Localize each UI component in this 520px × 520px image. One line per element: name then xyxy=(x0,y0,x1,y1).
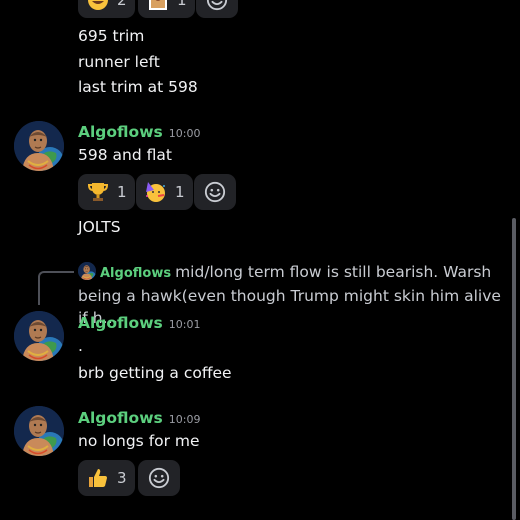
party-face-icon xyxy=(146,182,165,202)
add-reaction-button[interactable] xyxy=(194,174,236,210)
reaction-thumbs-up[interactable]: 3 xyxy=(78,460,135,496)
message-line: 695 trim xyxy=(78,27,145,45)
reaction-count: 1 xyxy=(177,0,187,9)
timestamp: 10:01 xyxy=(168,318,201,331)
message-author[interactable]: Algoflows 10:01 xyxy=(78,313,200,335)
thumbs-up-icon xyxy=(89,469,107,487)
reply-connector xyxy=(38,271,74,305)
message-line: last trim at 598 xyxy=(78,78,198,96)
author-name[interactable]: Algoflows xyxy=(78,409,163,427)
message-author[interactable]: Algoflows 10:00 xyxy=(78,122,200,144)
add-reaction-icon xyxy=(204,181,226,203)
reaction-count: 1 xyxy=(175,183,185,201)
reaction-party-face[interactable]: 1 xyxy=(136,174,193,210)
add-reaction-icon xyxy=(206,0,228,11)
add-reaction-button[interactable] xyxy=(196,0,238,18)
image-reaction-icon xyxy=(149,0,167,10)
avatar[interactable] xyxy=(14,121,64,171)
reaction-laughing[interactable]: 2 xyxy=(78,0,135,18)
reaction-count: 2 xyxy=(117,0,127,9)
scrollbar[interactable] xyxy=(512,218,516,520)
reaction-image[interactable]: 1 xyxy=(138,0,195,18)
message-text: 598 and flat xyxy=(78,146,172,164)
reaction-trophy[interactable]: 1 xyxy=(78,174,135,210)
message-author[interactable]: Algoflows 10:09 xyxy=(78,408,200,430)
reaction-count: 3 xyxy=(117,469,127,487)
message-text: . xyxy=(78,337,83,355)
reaction-count: 1 xyxy=(117,183,127,201)
reply-avatar xyxy=(78,262,96,280)
author-name[interactable]: Algoflows xyxy=(78,314,163,332)
trophy-icon xyxy=(87,183,109,201)
message-text: JOLTS xyxy=(78,218,121,236)
avatar[interactable] xyxy=(14,311,64,361)
message-line: runner left xyxy=(78,53,160,71)
rolling-laughing-icon xyxy=(88,0,108,10)
message-text: no longs for me xyxy=(78,432,200,450)
timestamp: 10:00 xyxy=(168,127,201,140)
author-name[interactable]: Algoflows xyxy=(78,123,163,141)
add-reaction-icon xyxy=(148,467,170,489)
reply-author[interactable]: Algoflows xyxy=(100,266,171,281)
avatar[interactable] xyxy=(14,406,64,456)
add-reaction-button[interactable] xyxy=(138,460,180,496)
message-text: brb getting a coffee xyxy=(78,364,232,382)
timestamp: 10:09 xyxy=(168,413,201,426)
